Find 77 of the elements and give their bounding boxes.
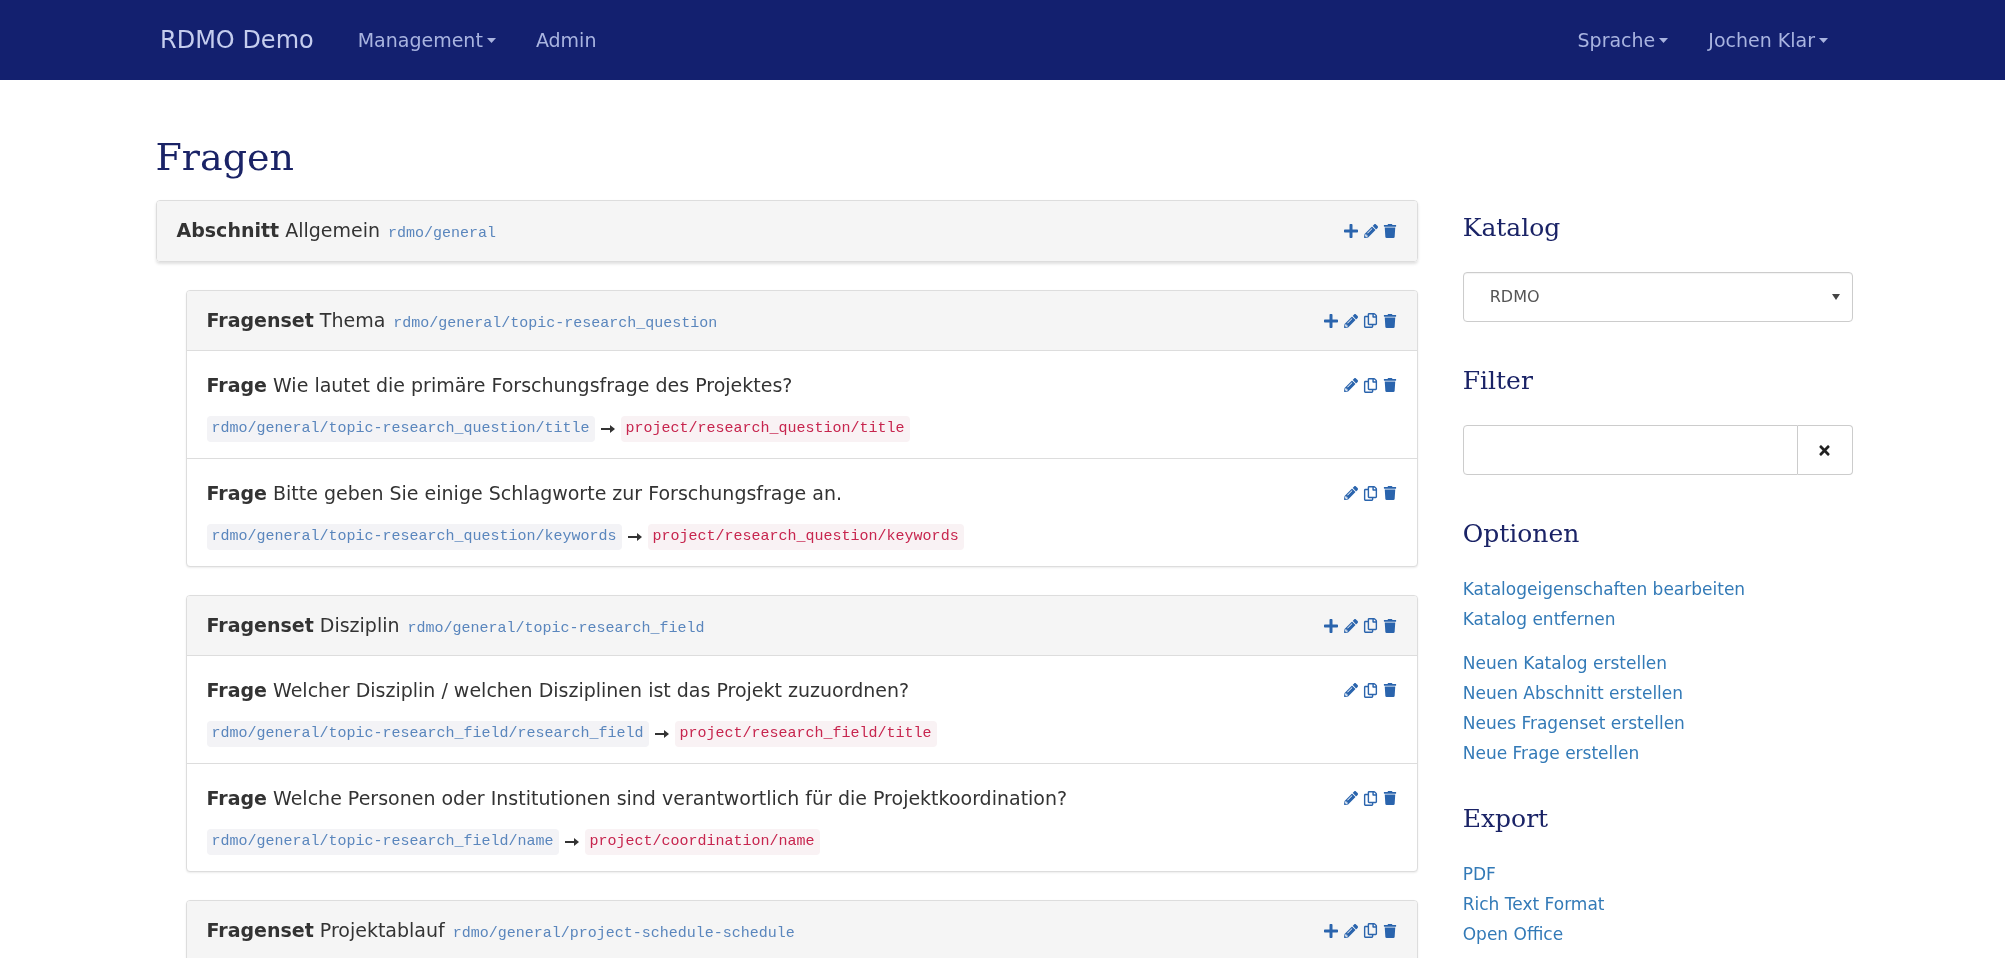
filter-input[interactable] <box>1462 425 1798 475</box>
option-link[interactable]: Neue Frage erstellen <box>1462 738 1640 768</box>
add-icon[interactable] <box>1322 312 1339 329</box>
attribute-code: project/research_question/keywords <box>647 523 964 550</box>
sidebar-heading: Export <box>1462 806 1550 831</box>
nav-link[interactable]: Management <box>357 25 496 55</box>
nav-link[interactable]: Admin <box>535 25 597 55</box>
option-link[interactable]: Neues Fragenset erstellen <box>1462 708 1685 738</box>
attribute-code: project/research_question/title <box>620 415 910 442</box>
close-icon <box>1817 442 1832 458</box>
copy-icon[interactable] <box>1362 377 1378 393</box>
uri-text: rdmo/general/project-schedule-schedule <box>452 923 795 944</box>
uri-text: rdmo/general <box>388 224 496 245</box>
copy-icon[interactable] <box>1362 790 1378 806</box>
panel-title: Abschnitt Allgemein <box>176 218 380 244</box>
add-icon[interactable] <box>1322 617 1339 634</box>
trash-icon[interactable] <box>1382 224 1397 238</box>
sidebar-heading: Optionen <box>1462 521 1581 546</box>
pencil-icon[interactable] <box>1363 224 1378 238</box>
question-text: Frage Welcher Disziplin / welchen Disziplinen ist das Projekt zuzuordnen? <box>206 678 910 703</box>
question-text: Frage Bitte geben Sie einige Schlagworte zur Forschungsfrage an. <box>206 481 842 506</box>
pencil-icon[interactable] <box>1343 923 1358 938</box>
trash-icon[interactable] <box>1382 618 1397 633</box>
trash-icon[interactable] <box>1382 791 1397 806</box>
trash-icon[interactable] <box>1382 683 1397 698</box>
question-text: Frage Welche Personen oder Institutionen sind verantwortlich für die Projektkoordination? <box>206 786 1068 811</box>
uri-code: rdmo/general/topic-research_field/name <box>206 828 559 855</box>
copy-icon[interactable] <box>1362 923 1378 938</box>
pencil-icon[interactable] <box>1343 791 1358 806</box>
clear-filter-button[interactable] <box>1797 425 1853 475</box>
copy-icon[interactable] <box>1362 618 1378 633</box>
option-link[interactable]: Katalog entfernen <box>1462 604 1616 634</box>
caret-icon <box>1831 294 1840 300</box>
attribute-code: project/coordination/name <box>584 828 820 855</box>
arrow-right-icon <box>654 728 669 739</box>
panel-title: Fragenset Disziplin <box>206 612 400 638</box>
uri-code: rdmo/general/topic-research_question/keywords <box>206 523 622 550</box>
caret-icon <box>1819 37 1828 43</box>
add-icon[interactable] <box>1322 922 1339 939</box>
sidebar-heading: Filter <box>1462 368 1534 393</box>
trash-icon[interactable] <box>1382 923 1397 938</box>
uri-code: rdmo/general/topic-research_field/research_field <box>206 720 649 747</box>
arrow-right-icon <box>627 531 642 542</box>
pencil-icon[interactable] <box>1343 618 1358 633</box>
export-link[interactable]: Rich Text Format <box>1462 889 1605 919</box>
attribute-code: project/research_field/title <box>674 720 937 747</box>
option-link[interactable]: Neuen Abschnitt erstellen <box>1462 678 1684 708</box>
pencil-icon[interactable] <box>1343 378 1358 393</box>
trash-icon[interactable] <box>1382 486 1397 501</box>
copy-icon[interactable] <box>1362 313 1378 328</box>
uri-text: rdmo/general/topic-research_field <box>407 618 705 639</box>
pencil-icon[interactable] <box>1343 486 1358 501</box>
copy-icon[interactable] <box>1362 682 1378 698</box>
brand-link[interactable]: RDMO Demo <box>160 22 314 58</box>
panel-title: Fragenset Thema <box>206 307 386 333</box>
pencil-icon[interactable] <box>1343 683 1358 698</box>
option-link[interactable]: Neuen Katalog erstellen <box>1462 648 1668 678</box>
arrow-right-icon <box>600 423 615 434</box>
add-icon[interactable] <box>1342 223 1359 239</box>
catalog-select[interactable]: RDMO <box>1462 272 1853 322</box>
export-link[interactable]: PDF <box>1462 859 1496 889</box>
uri-code: rdmo/general/topic-research_question/title <box>206 415 595 442</box>
export-link[interactable]: Open Office <box>1462 919 1564 949</box>
nav-link[interactable]: Jochen Klar <box>1708 25 1828 55</box>
caret-icon <box>486 37 496 43</box>
uri-text: rdmo/general/topic-research_question <box>393 313 718 334</box>
pencil-icon[interactable] <box>1343 313 1358 328</box>
panel-title: Fragenset Projektablauf <box>206 917 445 943</box>
trash-icon[interactable] <box>1382 313 1397 328</box>
option-link[interactable]: Katalogeigenschaften bearbeiten <box>1462 574 1746 604</box>
trash-icon[interactable] <box>1382 378 1397 393</box>
question-text: Frage Wie lautet die primäre Forschungsfrage des Projektes? <box>206 373 793 398</box>
caret-icon <box>1659 37 1669 43</box>
nav-link[interactable]: Sprache <box>1577 25 1669 55</box>
sidebar-heading: Katalog <box>1462 215 1562 240</box>
copy-icon[interactable] <box>1362 485 1378 501</box>
arrow-right-icon <box>564 836 579 847</box>
